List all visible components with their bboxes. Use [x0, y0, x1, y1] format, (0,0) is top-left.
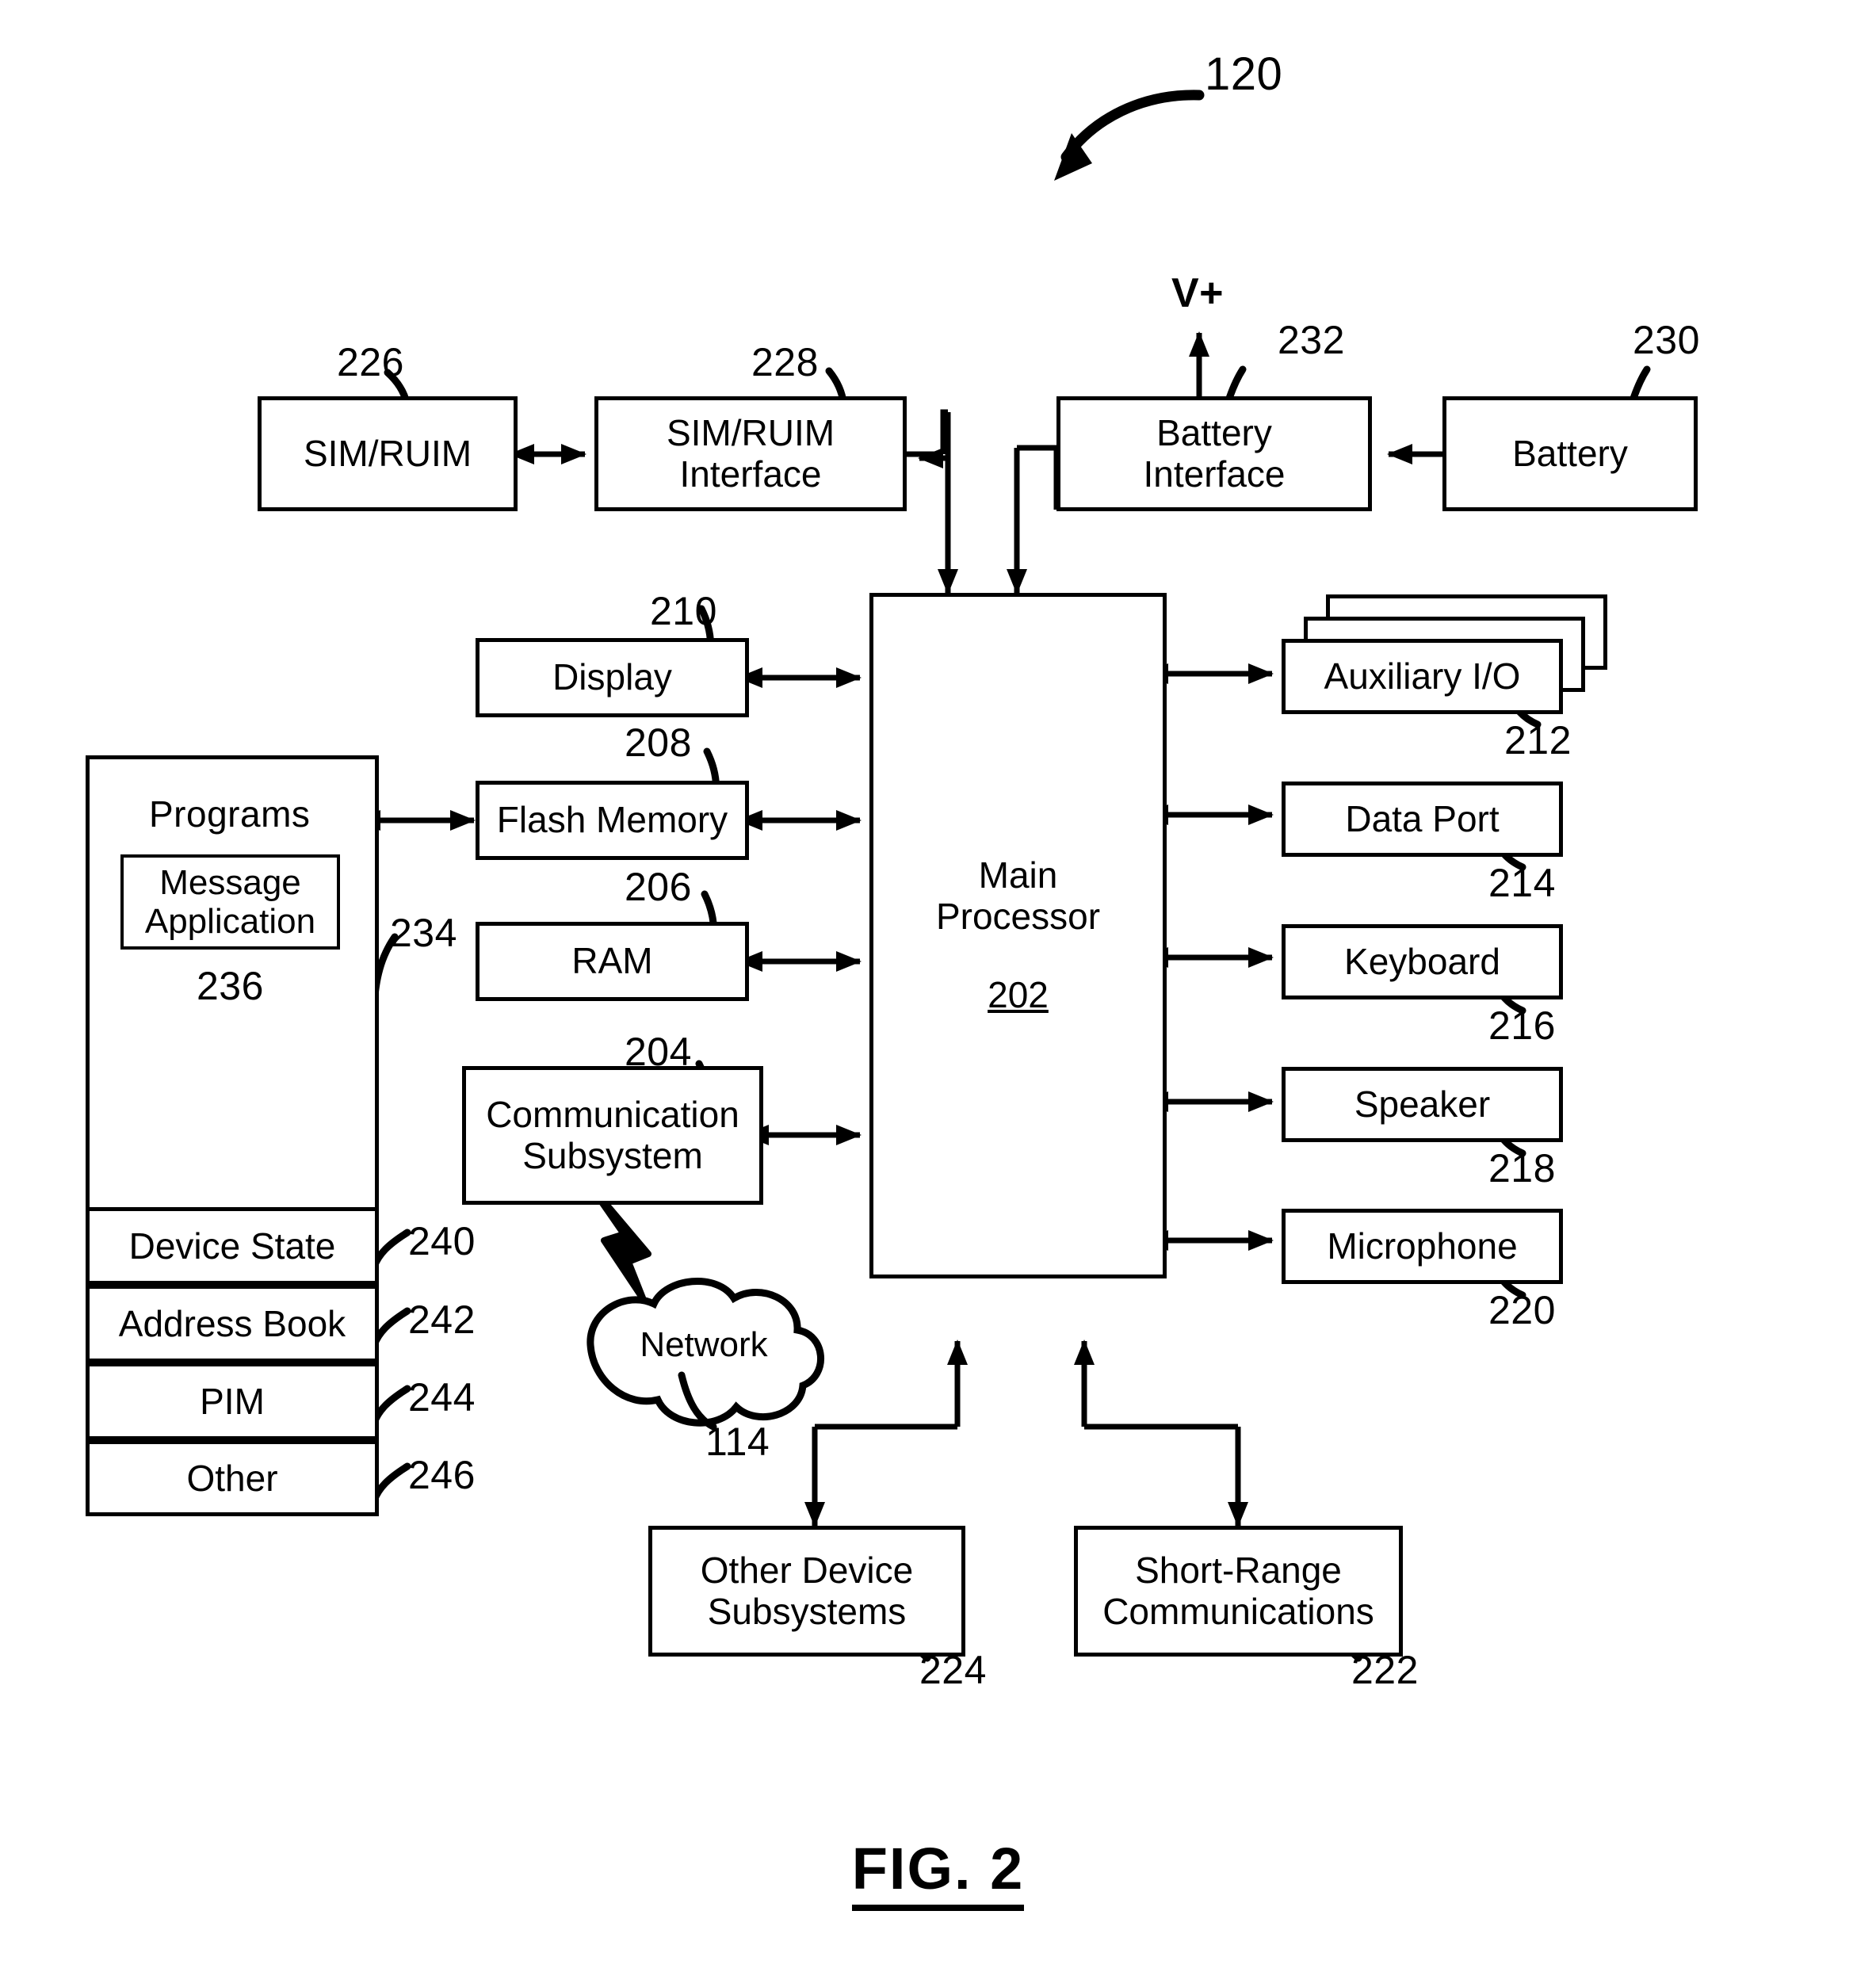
ref-234: 234: [390, 911, 457, 955]
block-auxiliary-io: Auxiliary I/O: [1282, 639, 1563, 714]
block-microphone-label: Microphone: [1327, 1225, 1518, 1267]
block-flash-memory-label: Flash Memory: [496, 799, 728, 841]
ref-204: 204: [625, 1030, 692, 1074]
memory-row-address-book-label: Address Book: [118, 1303, 346, 1344]
ref-244: 244: [408, 1375, 476, 1420]
block-sim-ruim-interface: SIM/RUIM Interface: [594, 396, 907, 511]
block-sim-ruim-label: SIM/RUIM: [303, 432, 472, 474]
block-battery-label: Battery: [1512, 432, 1628, 474]
ref-242: 242: [408, 1297, 476, 1342]
block-sim-ruim: SIM/RUIM: [258, 396, 518, 511]
ref-206: 206: [625, 865, 692, 909]
block-communication-subsystem-line1: Communication: [486, 1093, 739, 1135]
memory-row-address-book: Address Book: [86, 1285, 379, 1362]
memory-row-other: Other: [86, 1440, 379, 1516]
memory-row-pim-label: PIM: [200, 1381, 265, 1422]
ref-212: 212: [1504, 718, 1572, 762]
figure-2-block-diagram: 120 SIM/RUIM 226 SIM/RUIM Interface 228 …: [0, 0, 1876, 1972]
ref-240: 240: [408, 1219, 476, 1263]
block-microphone: Microphone: [1282, 1209, 1563, 1284]
block-keyboard: Keyboard: [1282, 924, 1563, 999]
ref-202: 202: [988, 974, 1049, 1016]
block-ram-label: RAM: [571, 940, 653, 982]
block-battery: Battery: [1442, 396, 1698, 511]
ref-230: 230: [1633, 318, 1700, 362]
block-auxiliary-io-label: Auxiliary I/O: [1324, 655, 1521, 697]
ref-236: 236: [197, 964, 264, 1008]
block-other-device-subsystems-line2: Subsystems: [707, 1590, 907, 1632]
ref-208: 208: [625, 720, 692, 765]
block-keyboard-label: Keyboard: [1344, 940, 1500, 982]
block-short-range-communications-line1: Short-Range: [1135, 1549, 1342, 1591]
block-flash-memory: Flash Memory: [476, 781, 749, 860]
ref-220: 220: [1488, 1288, 1556, 1332]
block-speaker: Speaker: [1282, 1067, 1563, 1142]
memory-row-other-label: Other: [186, 1458, 278, 1499]
figure-caption-text: FIG. 2: [851, 1836, 1025, 1911]
block-communication-subsystem: Communication Subsystem: [462, 1066, 763, 1205]
ref-232: 232: [1278, 318, 1345, 362]
block-ram: RAM: [476, 922, 749, 1001]
block-display: Display: [476, 638, 749, 717]
ref-246: 246: [408, 1453, 476, 1497]
ref-120: 120: [1205, 48, 1283, 100]
block-main-processor-line2: Processor: [935, 895, 1101, 937]
block-battery-interface-line2: Interface: [1143, 453, 1286, 495]
ref-222: 222: [1351, 1648, 1419, 1692]
block-main-processor: Main Processor 202: [869, 593, 1167, 1278]
block-display-label: Display: [552, 656, 672, 698]
block-other-device-subsystems-line1: Other Device: [700, 1549, 914, 1591]
block-data-port: Data Port: [1282, 782, 1563, 857]
block-sim-ruim-interface-line2: Interface: [679, 453, 822, 495]
block-programs-label: Programs: [149, 793, 311, 835]
ref-214: 214: [1488, 861, 1556, 905]
block-speaker-label: Speaker: [1354, 1083, 1491, 1125]
block-battery-interface-line1: Battery: [1156, 411, 1272, 453]
ref-228: 228: [751, 340, 819, 384]
figure-caption: FIG. 2: [0, 1835, 1876, 1911]
memory-row-pim: PIM: [86, 1362, 379, 1440]
block-message-application-line1: Message: [159, 862, 301, 902]
block-main-processor-line1: Main: [978, 854, 1058, 896]
ref-224: 224: [919, 1648, 987, 1692]
block-short-range-communications: Short-Range Communications: [1074, 1526, 1403, 1657]
block-short-range-communications-line2: Communications: [1102, 1590, 1374, 1632]
block-data-port-label: Data Port: [1345, 797, 1500, 839]
ref-114: 114: [705, 1420, 770, 1464]
v-plus-label: V+: [1171, 270, 1225, 316]
block-communication-subsystem-line2: Subsystem: [522, 1134, 703, 1176]
ref-218: 218: [1488, 1146, 1556, 1190]
block-network-label: Network: [640, 1325, 768, 1364]
block-message-application: Message Application: [120, 854, 340, 950]
block-sim-ruim-interface-line1: SIM/RUIM: [666, 411, 835, 453]
block-battery-interface: Battery Interface: [1056, 396, 1372, 511]
memory-row-device-state-label: Device State: [128, 1225, 336, 1267]
ref-226: 226: [337, 340, 404, 384]
ref-210: 210: [650, 589, 717, 633]
block-other-device-subsystems: Other Device Subsystems: [648, 1526, 965, 1657]
memory-row-device-state: Device State: [86, 1207, 379, 1285]
block-message-application-line2: Application: [144, 902, 316, 941]
ref-216: 216: [1488, 1003, 1556, 1048]
